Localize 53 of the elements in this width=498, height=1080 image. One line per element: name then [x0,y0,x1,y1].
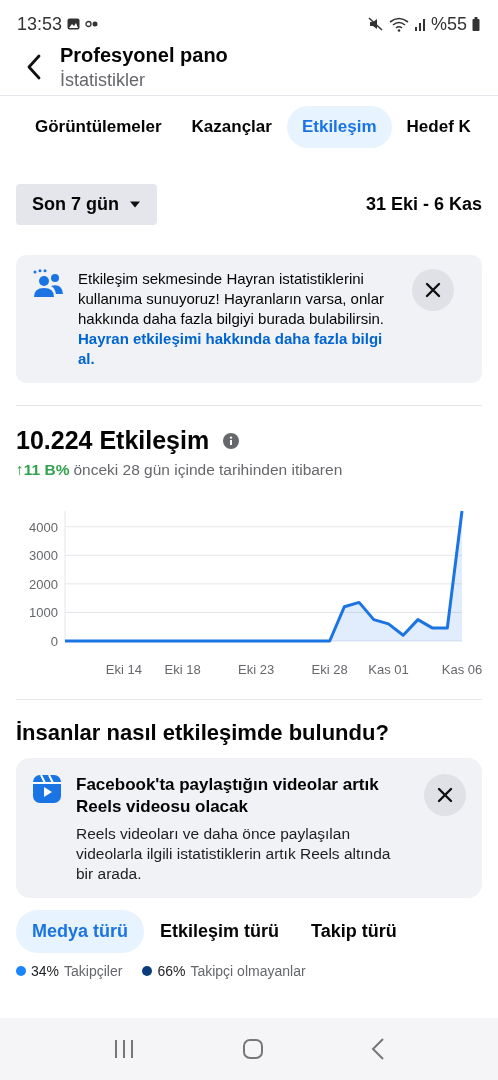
legend-label: Takipçi olmayanlar [190,963,306,979]
signal-icon [413,17,426,31]
x-tick-label: Kas 06 [441,662,483,677]
y-tick-label: 3000 [29,548,58,564]
status-time: 13:53 [17,13,63,35]
date-range: 31 Eki - 6 Kas [365,194,482,215]
y-tick-label: 2000 [29,576,58,592]
change-text: önceki 28 gün içinde tarihinden itibaren [73,461,343,479]
tab[interactable]: Görüntülemeler [20,106,177,148]
reels-text: Reels videoları ve daha önce paylaşılan videolarla ilgili istatistiklerin artık Reels altında bir arada. [76,824,392,884]
mute-icon [367,17,384,31]
close-button[interactable] [412,269,454,311]
battery-percent: %55 [430,13,467,35]
page-subtitle: İstatistikler [60,68,147,92]
close-icon [425,282,441,298]
info-text: Etkileşim sekmesinde Hayran istatistiklerini kullanıma sunuyoruz! Hayranların varsa, onlar hakkında daha fazla bilgiyi burada bulabilirsin. Hayran etkileşimi hakkında daha fazla bilgi al. [78,269,398,369]
x-tick-label: Eki 28 [311,662,348,677]
back-icon[interactable] [26,53,42,80]
close-icon [437,787,453,803]
tab[interactable]: Etkileşim [286,106,392,148]
recents-icon[interactable] [113,1039,136,1059]
app-icon [85,19,100,29]
tab[interactable]: Medya türü [16,910,144,953]
page-title: Profesyonel pano [60,42,228,68]
people-icon [32,269,64,299]
y-tick-label: 4000 [29,519,58,535]
y-tick-label: 0 [50,634,58,649]
legend-label: Takipçiler [64,963,123,979]
y-tick-label: 1000 [29,605,58,621]
tab[interactable]: Etkileşim türü [144,910,296,953]
x-tick-label: Eki 18 [164,662,201,677]
legend-percent: 34% [31,963,60,979]
x-tick-label: Eki 23 [238,662,275,677]
wifi-icon [388,16,409,32]
info-link[interactable]: Hayran etkileşimi hakkında daha fazla bilgi al. [78,329,398,369]
date-dropdown[interactable]: Son 7 gün [16,184,157,225]
home-icon[interactable] [242,1038,264,1060]
section-title: İnsanlar nasıl etkileşimde bulundu? [16,720,390,746]
legend-percent: 66% [157,963,186,979]
tab[interactable]: Takip türü [295,910,413,953]
battery-icon [472,17,480,31]
tab[interactable]: Kazançlar [176,106,287,148]
info-icon[interactable] [223,432,240,449]
metric-value: 10.224 Etkileşim [16,426,210,455]
tab[interactable]: Hedef K [391,106,486,148]
reels-icon [32,774,62,804]
x-tick-label: Eki 14 [105,662,142,677]
close-button[interactable] [424,774,466,816]
change-value: ↑11 B% [16,461,70,479]
image-icon [67,18,81,30]
reels-title: Facebook'ta paylaştığın videolar artık Reels videosu olacak [76,774,380,818]
x-tick-label: Kas 01 [368,662,409,677]
caret-icon [129,201,141,208]
